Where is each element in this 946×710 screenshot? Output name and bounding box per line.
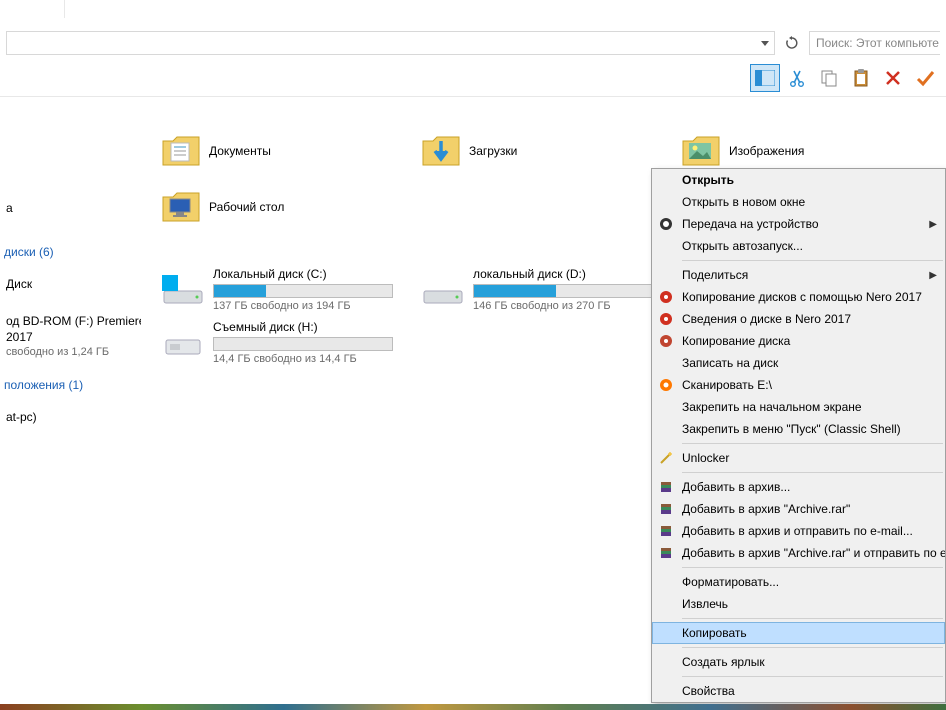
title-bar-area — [0, 0, 946, 27]
drive-hdd-icon — [419, 267, 467, 311]
avast-icon — [658, 377, 674, 393]
folder-downloads-icon — [419, 131, 463, 171]
sidebar-item-bdrom[interactable]: од ВD-ROM (F:) Premiere 2017 свободно из… — [4, 309, 141, 364]
rar-icon — [658, 501, 674, 517]
ctx-separator — [682, 618, 943, 619]
toolbar-copy-button[interactable] — [814, 64, 844, 92]
folder-desktop[interactable]: Рабочий стол — [159, 181, 409, 233]
sidebar-fragment: а — [4, 197, 141, 219]
toolbar-paste-button[interactable] — [846, 64, 876, 92]
drive-free-text: 146 ГБ свободно из 270 ГБ — [473, 300, 669, 312]
folder-documents[interactable]: Документы — [159, 125, 409, 177]
wand-icon — [658, 450, 674, 466]
rar-icon — [658, 523, 674, 539]
drive-removable-icon — [159, 320, 207, 364]
toolbar-delete-button[interactable] — [878, 64, 908, 92]
address-bar[interactable] — [6, 31, 775, 55]
ctx-create-shortcut[interactable]: Создать ярлык — [652, 651, 945, 673]
drive-h[interactable]: Съемный диск (H:) 14,4 ГБ свободно из 14… — [159, 320, 409, 365]
ctx-nero-copy[interactable]: Копирование дисков с помощью Nero 2017 — [652, 286, 945, 308]
drive-name: Локальный диск (C:) — [213, 267, 409, 281]
sidebar-group-locations[interactable]: положения (1) — [4, 370, 141, 396]
ctx-copy-disk[interactable]: Копирование диска — [652, 330, 945, 352]
submenu-arrow-icon: ▶ — [929, 270, 937, 281]
ctx-separator — [682, 443, 943, 444]
ctx-pin-start[interactable]: Закрепить на начальном экране — [652, 396, 945, 418]
cast-icon — [658, 216, 674, 232]
refresh-button[interactable] — [781, 32, 803, 54]
drive-usage-bar — [213, 337, 393, 351]
nero-icon — [658, 311, 674, 327]
nero-icon — [658, 289, 674, 305]
sidebar-item-disk[interactable]: Диск — [4, 273, 141, 295]
toolbar-panel-button[interactable] — [750, 64, 780, 92]
ctx-eject[interactable]: Извлечь — [652, 593, 945, 615]
rar-icon — [658, 545, 674, 561]
ctx-rar-add-named[interactable]: Добавить в архив "Archive.rar" — [652, 498, 945, 520]
search-input[interactable]: Поиск: Этот компьюте — [809, 31, 940, 55]
ctx-separator — [682, 647, 943, 648]
folder-desktop-icon — [159, 187, 203, 227]
drive-free-text: 137 ГБ свободно из 194 ГБ — [213, 300, 409, 312]
folder-label: Документы — [209, 144, 271, 158]
ctx-properties[interactable]: Свойства — [652, 680, 945, 702]
ctx-autoplay[interactable]: Открыть автозапуск... — [652, 235, 945, 257]
address-dropdown-icon[interactable] — [756, 41, 774, 46]
toolbar-apply-button[interactable] — [910, 64, 940, 92]
ctx-open-new-window[interactable]: Открыть в новом окне — [652, 191, 945, 213]
drive-hdd-win-icon — [159, 267, 207, 311]
address-input[interactable] — [7, 32, 756, 54]
context-menu: Открыть Открыть в новом окне Передача на… — [651, 168, 946, 703]
address-row: Поиск: Этот компьюте — [0, 27, 946, 59]
ctx-rar-email[interactable]: Добавить в архив и отправить по e-mail..… — [652, 520, 945, 542]
taskbar-strip — [0, 704, 946, 710]
toolbar-cut-button[interactable] — [782, 64, 812, 92]
sidebar-group-drives[interactable]: диски (6) — [4, 237, 141, 263]
ctx-rar-add[interactable]: Добавить в архив... — [652, 476, 945, 498]
drive-name: локальный диск (D:) — [473, 267, 669, 281]
ctx-separator — [682, 260, 943, 261]
folder-label: Изображения — [729, 144, 804, 158]
folder-documents-icon — [159, 131, 203, 171]
folder-images-icon — [679, 131, 723, 171]
ctx-separator — [682, 676, 943, 677]
sidebar: а диски (6) Диск од ВD-ROM (F:) Premiere… — [0, 97, 145, 704]
ctx-cast[interactable]: Передача на устройство ▶ — [652, 213, 945, 235]
toolbar — [0, 59, 946, 97]
ctx-share[interactable]: Поделиться▶ — [652, 264, 945, 286]
ctx-pin-classicshell[interactable]: Закрепить в меню "Пуск" (Classic Shell) — [652, 418, 945, 440]
ctx-separator — [682, 472, 943, 473]
nero-icon — [658, 333, 674, 349]
ctx-rar-email-named[interactable]: Добавить в архив "Archive.rar" и отправи… — [652, 542, 945, 564]
ctx-open[interactable]: Открыть — [652, 169, 945, 191]
ctx-nero-info[interactable]: Сведения о диске в Nero 2017 — [652, 308, 945, 330]
submenu-arrow-icon: ▶ — [929, 219, 937, 230]
drive-free-text: 14,4 ГБ свободно из 14,4 ГБ — [213, 353, 409, 365]
folder-downloads[interactable]: Загрузки — [419, 125, 669, 177]
sidebar-item-atpc[interactable]: at-pc) — [4, 406, 141, 428]
search-placeholder: Поиск: Этот компьюте — [816, 36, 939, 50]
drive-usage-bar — [213, 284, 393, 298]
drive-c[interactable]: Локальный диск (C:) 137 ГБ свободно из 1… — [159, 267, 409, 312]
folder-label: Загрузки — [469, 144, 517, 158]
ctx-separator — [682, 567, 943, 568]
rar-icon — [658, 479, 674, 495]
ctx-burn[interactable]: Записать на диск — [652, 352, 945, 374]
drive-usage-bar — [473, 284, 653, 298]
ctx-copy[interactable]: Копировать — [652, 622, 945, 644]
folder-label: Рабочий стол — [209, 200, 284, 214]
ctx-format[interactable]: Форматировать... — [652, 571, 945, 593]
drive-name: Съемный диск (H:) — [213, 320, 409, 334]
drive-d[interactable]: локальный диск (D:) 146 ГБ свободно из 2… — [419, 267, 669, 312]
ctx-scan[interactable]: Сканировать E:\ — [652, 374, 945, 396]
ctx-unlocker[interactable]: Unlocker — [652, 447, 945, 469]
